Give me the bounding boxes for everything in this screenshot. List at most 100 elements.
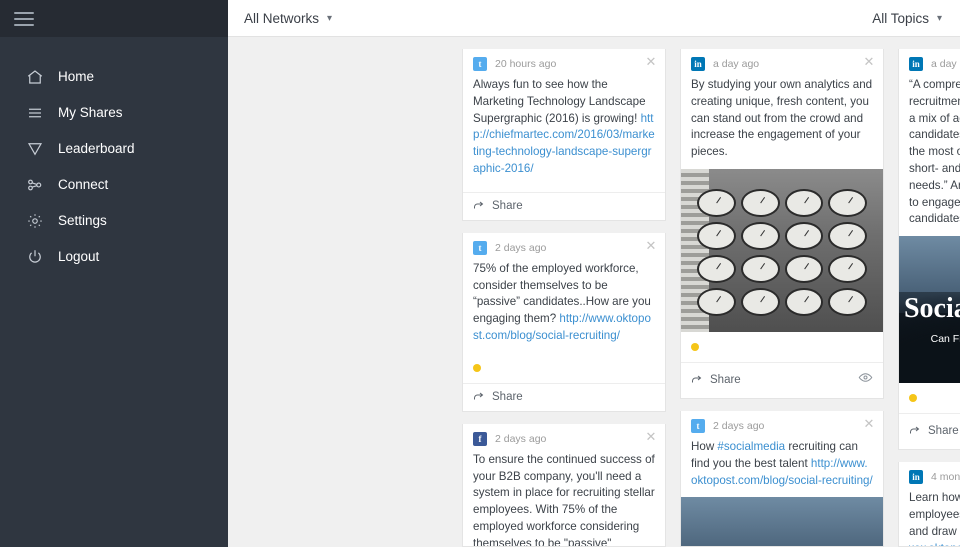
card-text-pre: How bbox=[691, 439, 718, 453]
hashtag[interactable]: #socialmedia bbox=[717, 440, 785, 453]
card-timestamp: a day ago bbox=[713, 58, 760, 70]
card-header: in a day ago bbox=[899, 49, 960, 73]
eye-icon bbox=[858, 373, 873, 382]
card-footer: Share bbox=[463, 191, 665, 220]
linkedin-icon: in bbox=[909, 57, 923, 71]
feed-column-3: ✕ in a day ago “A comprehensive social r… bbox=[898, 49, 960, 547]
sidebar-item-label: My Shares bbox=[58, 105, 123, 121]
card-body: 75% of the employed workforce, consider … bbox=[463, 257, 665, 353]
sidebar-item-settings[interactable]: Settings bbox=[0, 203, 228, 239]
feed-card[interactable]: ✕ t 2 days ago 75% of the employed workf… bbox=[462, 232, 666, 412]
twitter-icon: t bbox=[473, 240, 487, 255]
card-image: How Social Recruitin Can Find Your the B… bbox=[899, 236, 960, 384]
status-dot-row bbox=[463, 353, 665, 377]
home-icon bbox=[24, 66, 46, 88]
share-label: Share bbox=[928, 425, 959, 438]
share-label: Share bbox=[492, 199, 523, 212]
sidebar-item-leaderboard[interactable]: Leaderboard bbox=[0, 131, 228, 167]
feed-column-1: ✕ t 20 hours ago Always fun to see how t… bbox=[462, 49, 666, 547]
feed-card[interactable]: ✕ in 4 months ago Learn how to engage yo… bbox=[898, 462, 960, 547]
sidebar: Home My Shares Leaderboard Connect Setti… bbox=[0, 0, 228, 547]
card-footer: Share bbox=[463, 382, 665, 411]
sidebar-item-label: Connect bbox=[58, 177, 109, 193]
linkedin-icon: in bbox=[691, 57, 705, 71]
close-icon[interactable]: ✕ bbox=[645, 239, 657, 252]
card-footer: Share bbox=[681, 361, 883, 398]
card-header: t 2 days ago bbox=[681, 411, 883, 435]
twitter-icon: t bbox=[473, 57, 487, 71]
share-arrow-icon bbox=[910, 426, 920, 434]
sidebar-item-my-shares[interactable]: My Shares bbox=[0, 95, 228, 131]
network-icon bbox=[24, 174, 46, 196]
topics-filter-dropdown[interactable]: All Topics ▾ bbox=[872, 11, 942, 26]
sidebar-header bbox=[0, 0, 228, 37]
card-body: Always fun to see how the Marketing Tech… bbox=[463, 73, 665, 186]
card-text-pre: Learn how to engage your employees with bbox=[909, 491, 960, 521]
power-icon bbox=[24, 246, 46, 268]
share-label: Share bbox=[710, 373, 741, 386]
feed-card[interactable]: ✕ t 2 days ago How #socialmedia recruiti… bbox=[680, 410, 884, 547]
card-timestamp: 2 days ago bbox=[495, 432, 547, 445]
sidebar-item-connect[interactable]: Connect bbox=[0, 167, 228, 203]
card-text-post: and draw in their audience! bbox=[909, 524, 960, 538]
feed-card[interactable]: ✕ in a day ago “A comprehensive social r… bbox=[898, 49, 960, 451]
networks-filter-dropdown[interactable]: All Networks ▾ bbox=[244, 11, 332, 26]
gear-icon bbox=[24, 210, 46, 232]
share-button[interactable]: Share bbox=[473, 200, 523, 212]
close-icon[interactable]: ✕ bbox=[645, 55, 657, 68]
sidebar-item-label: Settings bbox=[58, 213, 107, 229]
share-button[interactable]: Share bbox=[473, 391, 523, 403]
share-arrow-icon bbox=[474, 392, 484, 400]
clocks-photo bbox=[681, 168, 883, 332]
card-timestamp: a day ago bbox=[931, 58, 960, 70]
card-image: How Social Recruitin bbox=[681, 497, 883, 546]
feed-card[interactable]: ✕ t 20 hours ago Always fun to see how t… bbox=[462, 49, 666, 221]
close-icon[interactable]: ✕ bbox=[863, 55, 875, 68]
share-label: Share bbox=[492, 390, 523, 403]
status-dot-row bbox=[899, 383, 960, 407]
card-timestamp: 2 days ago bbox=[495, 241, 547, 254]
hamburger-icon[interactable] bbox=[14, 11, 34, 26]
networks-filter-label: All Networks bbox=[244, 10, 320, 26]
feed-card[interactable]: ✕ f 2 days ago To ensure the continued s… bbox=[462, 423, 666, 547]
share-arrow-icon bbox=[692, 375, 702, 383]
topbar: All Networks ▾ All Topics ▾ bbox=[228, 0, 960, 37]
social-recruiting-banner: How Social Recruitin bbox=[681, 497, 883, 546]
share-button[interactable]: Share bbox=[691, 374, 741, 386]
chevron-down-icon: ▾ bbox=[936, 12, 942, 24]
main-area: All Networks ▾ All Topics ▾ ✕ t 20 hours… bbox=[228, 0, 960, 547]
card-header: t 20 hours ago bbox=[463, 49, 665, 73]
list-icon bbox=[24, 102, 46, 124]
card-header: in a day ago bbox=[681, 49, 883, 73]
sidebar-nav: Home My Shares Leaderboard Connect Setti… bbox=[0, 59, 228, 275]
status-dot-row bbox=[681, 332, 883, 356]
status-badge bbox=[909, 394, 917, 403]
card-body: “A comprehensive social recruitment stra… bbox=[909, 78, 960, 226]
card-body: To ensure the continued success of your … bbox=[473, 452, 655, 547]
sidebar-item-home[interactable]: Home bbox=[0, 59, 228, 95]
feed-column-2: ✕ in a day ago By studying your own anal… bbox=[680, 49, 884, 547]
card-timestamp: 20 hours ago bbox=[495, 58, 557, 70]
linkedin-icon: in bbox=[909, 470, 923, 485]
share-button[interactable]: Share bbox=[909, 425, 959, 437]
sidebar-item-label: Home bbox=[58, 69, 95, 85]
facebook-icon: f bbox=[473, 431, 487, 446]
sidebar-item-label: Leaderboard bbox=[58, 141, 135, 157]
status-badge bbox=[473, 363, 481, 372]
card-header: t 2 days ago bbox=[463, 233, 665, 257]
feed-card[interactable]: ✕ in a day ago By studying your own anal… bbox=[680, 49, 884, 399]
sidebar-item-logout[interactable]: Logout bbox=[0, 239, 228, 275]
app-root: Home My Shares Leaderboard Connect Setti… bbox=[0, 0, 960, 547]
card-footer: Share bbox=[899, 413, 960, 449]
banner-subtitle: Can Find Your the Best Talent bbox=[930, 333, 960, 346]
social-recruiting-banner: How Social Recruitin Can Find Your the B… bbox=[899, 236, 960, 384]
preview-button[interactable] bbox=[858, 370, 873, 390]
card-header: in 4 months ago bbox=[899, 462, 960, 486]
card-body: Learn how to engage your employees with … bbox=[899, 486, 960, 546]
twitter-icon: t bbox=[691, 418, 705, 433]
share-arrow-icon bbox=[474, 201, 484, 209]
status-badge bbox=[691, 342, 699, 351]
topics-filter-label: All Topics bbox=[872, 10, 929, 26]
close-icon[interactable]: ✕ bbox=[863, 417, 875, 430]
close-icon[interactable]: ✕ bbox=[645, 430, 657, 443]
